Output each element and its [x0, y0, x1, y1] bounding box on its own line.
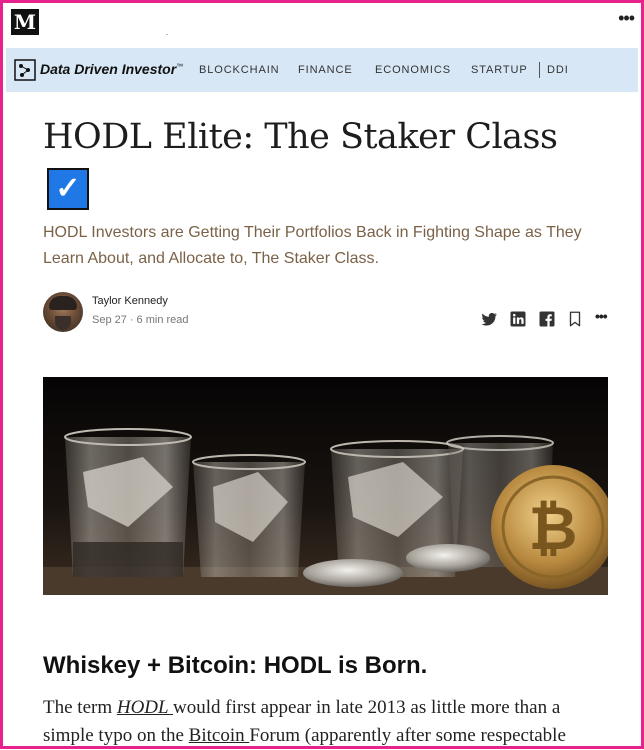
avatar-hair: [49, 296, 77, 310]
article-title: HODL Elite: The Staker Class: [43, 117, 558, 157]
checkbox-emoji-icon: ✓: [47, 168, 89, 210]
publication-logo-icon[interactable]: [14, 59, 36, 81]
screenshot-frame: [0, 0, 644, 749]
nav-startup[interactable]: STARTUP: [471, 64, 528, 76]
hero-image: ₿: [43, 377, 608, 595]
svg-text:₿: ₿: [529, 494, 578, 564]
nav-finance[interactable]: FINANCE: [298, 64, 353, 76]
publication-name-text: Data Driven Investor: [40, 61, 177, 77]
section-heading: Whiskey + Bitcoin: HODL is Born.: [43, 652, 428, 679]
publication-name[interactable]: Data Driven Investor™: [40, 61, 183, 77]
publish-date: Sep 27: [92, 314, 127, 326]
linkedin-icon[interactable]: [509, 310, 527, 328]
nav-divider: [539, 62, 540, 78]
divider-dot: [166, 34, 168, 35]
more-menu-icon[interactable]: •••: [618, 8, 635, 28]
avatar-beard: [55, 316, 71, 330]
article-meta: Sep 27 · 6 min read: [92, 314, 189, 326]
hodl-link[interactable]: HODL: [117, 697, 173, 718]
whiskey-bitcoin-illustration: ₿: [43, 377, 608, 595]
trademark-mark: ™: [176, 63, 184, 71]
meta-separator: ·: [129, 314, 134, 326]
article-subtitle: HODL Investors are Getting Their Portfol…: [43, 224, 582, 267]
nav-blockchain[interactable]: BLOCKCHAIN: [199, 64, 280, 76]
nav-ddi[interactable]: DDI: [547, 64, 569, 76]
body-text-segment: Forum (apparently after some respectable: [249, 725, 566, 746]
article-body-paragraph: The term HODL would first appear in late…: [43, 694, 613, 750]
bookmark-icon[interactable]: [566, 310, 584, 328]
publication-bar: Data Driven Investor™ BLOCKCHAIN FINANCE…: [6, 48, 638, 92]
nav-economics[interactable]: ECONOMICS: [375, 64, 451, 76]
bitcoin-link[interactable]: Bitcoin: [189, 725, 250, 746]
more-icon[interactable]: •••: [595, 308, 608, 324]
twitter-icon[interactable]: [480, 310, 498, 328]
medium-logo[interactable]: M: [11, 9, 39, 35]
author-avatar[interactable]: [43, 292, 83, 332]
facebook-icon[interactable]: [538, 310, 556, 328]
read-time: 6 min read: [136, 314, 189, 326]
top-bar: M •••: [0, 0, 644, 44]
author-name[interactable]: Taylor Kennedy: [92, 295, 168, 307]
body-text-segment: The term: [43, 697, 117, 718]
